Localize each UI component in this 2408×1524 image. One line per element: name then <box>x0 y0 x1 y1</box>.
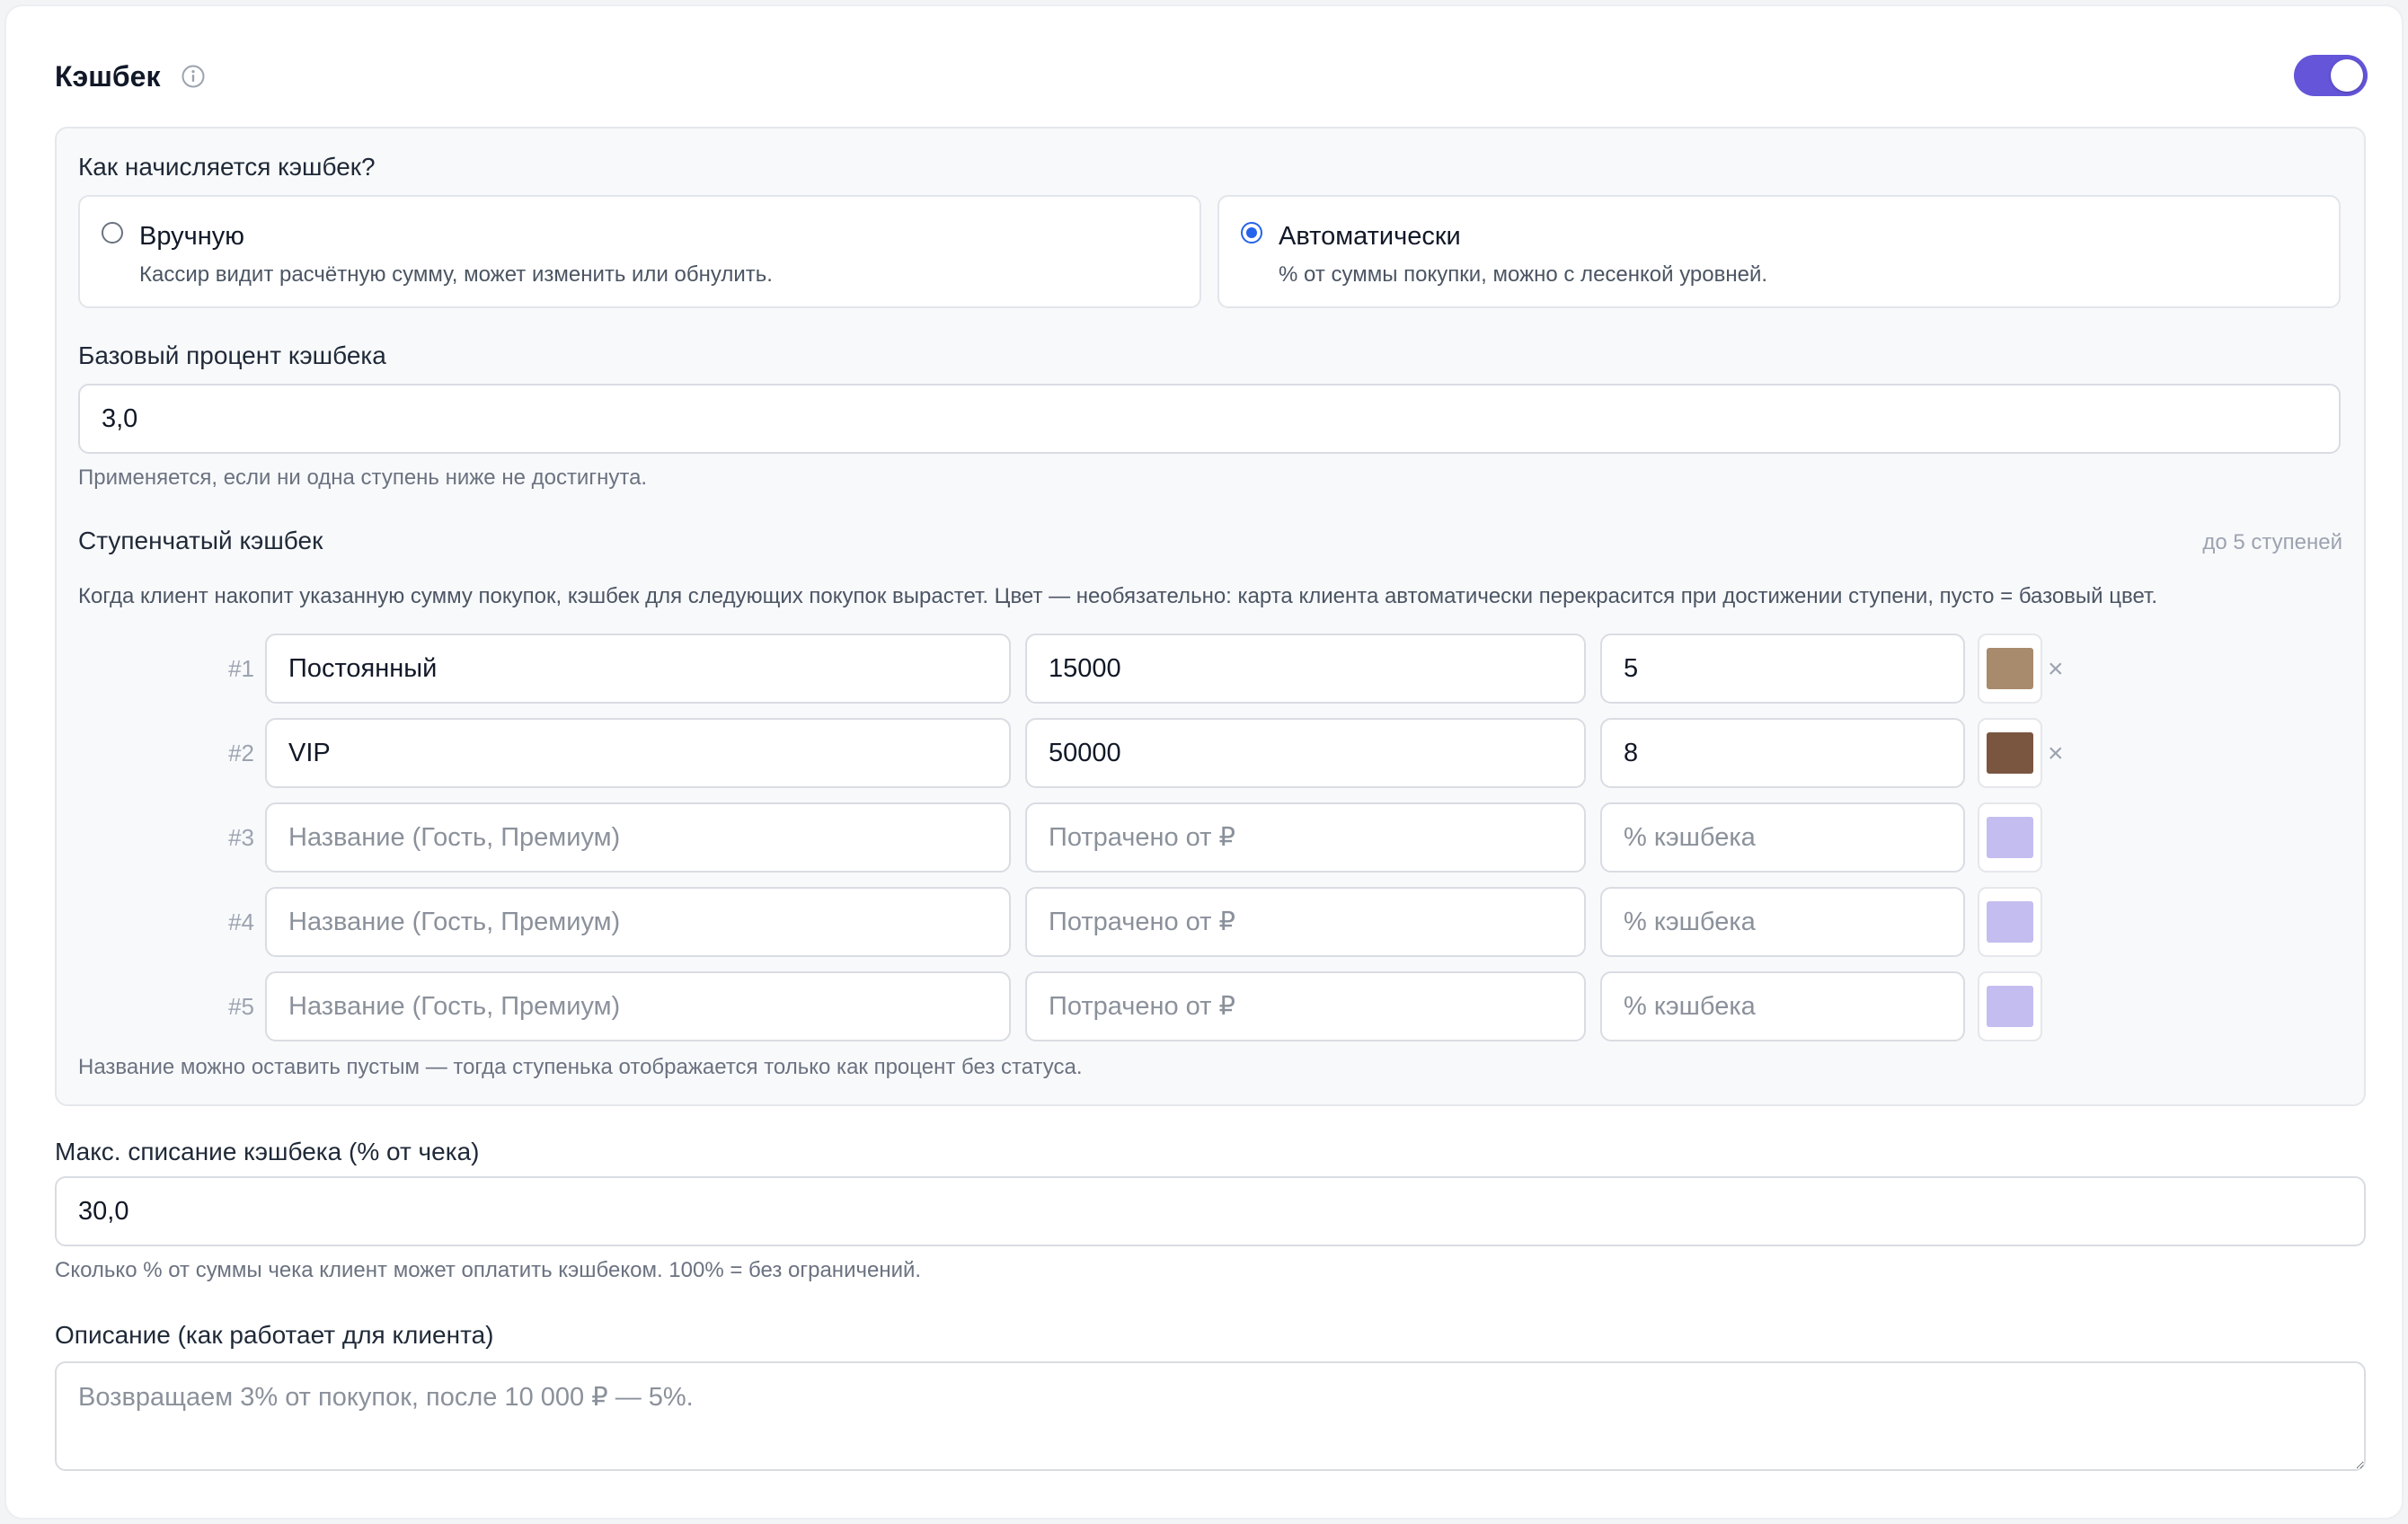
tiers-footnote: Название можно оставить пустым — тогда с… <box>78 1055 1083 1079</box>
base-percent-hint: Применяется, если ни одна ступень ниже н… <box>78 465 648 490</box>
tier-color-picker[interactable] <box>1978 971 2042 1041</box>
client-description-label: Описание (как работает для клиента) <box>55 1321 494 1349</box>
option-automatic-title: Автоматически <box>1279 222 1461 251</box>
option-automatic-description: % от суммы покупки, можно с лесенкой уро… <box>1279 262 1768 287</box>
tier-name-input[interactable] <box>265 718 1011 788</box>
tiers-description: Когда клиент накопит указанную сумму пок… <box>78 584 2158 608</box>
cashback-toggle[interactable] <box>2294 55 2368 96</box>
tier-number: #4 <box>228 908 254 935</box>
accrual-question: Как начисляется кэшбек? <box>78 153 376 181</box>
tier-spent-input[interactable] <box>1025 802 1586 873</box>
tier-spent-input[interactable] <box>1025 887 1586 957</box>
close-icon[interactable]: × <box>2048 740 2064 767</box>
tier-name-input[interactable] <box>265 887 1011 957</box>
accrual-panel: Как начисляется кэшбек? Вручную Кассир в… <box>55 127 2366 1106</box>
section-title: Кэшбек <box>55 60 161 93</box>
close-icon[interactable]: × <box>2048 656 2064 683</box>
tier-number: #1 <box>228 655 254 682</box>
base-percent-label: Базовый процент кэшбека <box>78 341 386 369</box>
max-writeoff-hint: Сколько % от суммы чека клиент может опл… <box>55 1258 922 1282</box>
manual-radio[interactable] <box>102 222 123 244</box>
max-writeoff-label: Макс. списание кэшбека (% от чека) <box>55 1138 480 1165</box>
tier-color-swatch <box>1987 817 2033 858</box>
info-circle-icon[interactable] <box>181 64 206 89</box>
tier-color-picker[interactable] <box>1978 634 2042 704</box>
tier-number: #2 <box>228 740 254 766</box>
option-manual[interactable]: Вручную Кассир видит расчётную сумму, мо… <box>78 195 1201 308</box>
toggle-knob <box>2331 59 2363 92</box>
max-writeoff-input[interactable] <box>55 1176 2366 1246</box>
option-manual-title: Вручную <box>139 222 245 251</box>
tier-color-picker[interactable] <box>1978 887 2042 957</box>
tier-color-picker[interactable] <box>1978 718 2042 788</box>
tier-spent-input[interactable] <box>1025 718 1586 788</box>
tier-name-input[interactable] <box>265 802 1011 873</box>
tier-name-input[interactable] <box>265 634 1011 704</box>
tier-color-swatch <box>1987 732 2033 774</box>
tiers-title: Ступенчатый кэшбек <box>78 527 323 554</box>
tier-color-swatch <box>1987 986 2033 1027</box>
tier-name-input[interactable] <box>265 971 1011 1041</box>
tier-color-swatch <box>1987 901 2033 943</box>
tiers-limit: до 5 ступеней <box>2202 530 2342 554</box>
tier-percent-input[interactable] <box>1600 634 1965 704</box>
tier-percent-input[interactable] <box>1600 718 1965 788</box>
cashback-settings-card: Кэшбек Как начисляется кэшбек? Вручную К… <box>4 4 2404 1520</box>
tier-number: #3 <box>228 824 254 851</box>
tier-spent-input[interactable] <box>1025 634 1586 704</box>
automatic-radio[interactable] <box>1241 222 1262 244</box>
tier-percent-input[interactable] <box>1600 887 1965 957</box>
base-percent-input[interactable] <box>78 384 2341 454</box>
tier-spent-input[interactable] <box>1025 971 1586 1041</box>
tier-number: #5 <box>228 993 254 1020</box>
option-manual-description: Кассир видит расчётную сумму, может изме… <box>139 262 773 287</box>
client-description-textarea[interactable] <box>55 1361 2366 1471</box>
option-automatic[interactable]: Автоматически % от суммы покупки, можно … <box>1217 195 2341 308</box>
tier-color-swatch <box>1987 648 2033 689</box>
tier-percent-input[interactable] <box>1600 971 1965 1041</box>
tier-percent-input[interactable] <box>1600 802 1965 873</box>
tier-color-picker[interactable] <box>1978 802 2042 873</box>
